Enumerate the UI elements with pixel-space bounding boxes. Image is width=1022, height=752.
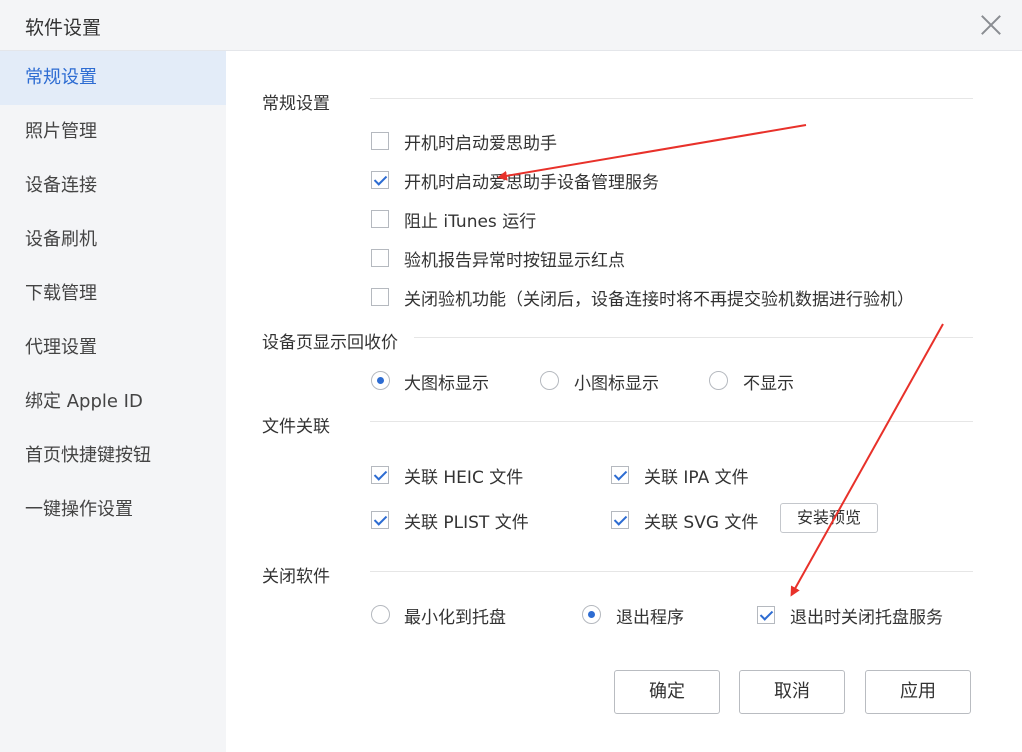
- checkbox-svg[interactable]: [611, 511, 629, 529]
- radio-hide[interactable]: [709, 371, 728, 390]
- sidebar-item-shortcuts[interactable]: 首页快捷键按钮: [0, 429, 226, 483]
- checkbox-autostart[interactable]: [371, 132, 389, 150]
- ok-button[interactable]: 确定: [614, 670, 720, 714]
- label-heic[interactable]: 关联 HEIC 文件: [404, 463, 523, 488]
- sidebar-item-apple-id[interactable]: 绑定 Apple ID: [0, 375, 226, 429]
- checkbox-autostart-service[interactable]: [371, 171, 389, 189]
- label-autostart-service[interactable]: 开机时启动爱思助手设备管理服务: [404, 168, 659, 193]
- radio-minimize-tray[interactable]: [371, 605, 390, 624]
- checkbox-plist[interactable]: [371, 511, 389, 529]
- checkbox-report-red-dot[interactable]: [371, 249, 389, 267]
- section-title-general: 常规设置: [262, 94, 330, 114]
- sidebar-item-flash[interactable]: 设备刷机: [0, 213, 226, 267]
- label-ipa[interactable]: 关联 IPA 文件: [644, 463, 749, 488]
- radio-small-icon[interactable]: [540, 371, 559, 390]
- label-close-tray-service[interactable]: 退出时关闭托盘服务: [790, 603, 943, 628]
- divider: [370, 98, 973, 99]
- window-title: 软件设置: [25, 17, 102, 39]
- cancel-button[interactable]: 取消: [739, 670, 845, 714]
- section-title-close-app: 关闭软件: [262, 567, 330, 587]
- label-disable-inspection[interactable]: 关闭验机功能（关闭后，设备连接时将不再提交验机数据进行验机）: [404, 285, 914, 310]
- title-bar: 软件设置: [0, 0, 1022, 51]
- install-preview-button[interactable]: 安装预览: [780, 503, 878, 533]
- label-svg[interactable]: 关联 SVG 文件: [644, 508, 758, 533]
- divider: [370, 421, 973, 422]
- sidebar-item-photos[interactable]: 照片管理: [0, 105, 226, 159]
- label-block-itunes[interactable]: 阻止 iTunes 运行: [404, 207, 536, 232]
- label-hide[interactable]: 不显示: [743, 369, 794, 394]
- checkbox-disable-inspection[interactable]: [371, 288, 389, 306]
- settings-panel: 常规设置 开机时启动爱思助手 开机时启动爱思助手设备管理服务 阻止 iTunes…: [226, 51, 1022, 752]
- sidebar: 常规设置 照片管理 设备连接 设备刷机 下载管理 代理设置 绑定 Apple I…: [0, 51, 226, 752]
- sidebar-item-downloads[interactable]: 下载管理: [0, 267, 226, 321]
- sidebar-item-one-click[interactable]: 一键操作设置: [0, 483, 226, 537]
- sidebar-item-device-connection[interactable]: 设备连接: [0, 159, 226, 213]
- label-small-icon[interactable]: 小图标显示: [574, 369, 659, 394]
- label-large-icon[interactable]: 大图标显示: [404, 369, 489, 394]
- checkbox-ipa[interactable]: [611, 466, 629, 484]
- label-autostart[interactable]: 开机时启动爱思助手: [404, 129, 557, 154]
- checkbox-block-itunes[interactable]: [371, 210, 389, 228]
- sidebar-item-general[interactable]: 常规设置: [0, 51, 226, 105]
- label-report-red-dot[interactable]: 验机报告异常时按钮显示红点: [404, 246, 625, 271]
- label-plist[interactable]: 关联 PLIST 文件: [404, 508, 529, 533]
- sidebar-item-proxy[interactable]: 代理设置: [0, 321, 226, 375]
- divider: [414, 337, 973, 338]
- section-title-file-assoc: 文件关联: [262, 417, 330, 437]
- divider: [370, 571, 973, 572]
- radio-exit-program[interactable]: [582, 605, 601, 624]
- checkbox-close-tray-service[interactable]: [757, 606, 775, 624]
- label-minimize-tray[interactable]: 最小化到托盘: [404, 603, 506, 628]
- radio-large-icon[interactable]: [371, 371, 390, 390]
- apply-button[interactable]: 应用: [865, 670, 971, 714]
- checkbox-heic[interactable]: [371, 466, 389, 484]
- label-exit-program[interactable]: 退出程序: [616, 603, 684, 628]
- close-icon[interactable]: [978, 12, 1004, 38]
- section-title-recycle-price: 设备页显示回收价: [262, 333, 398, 353]
